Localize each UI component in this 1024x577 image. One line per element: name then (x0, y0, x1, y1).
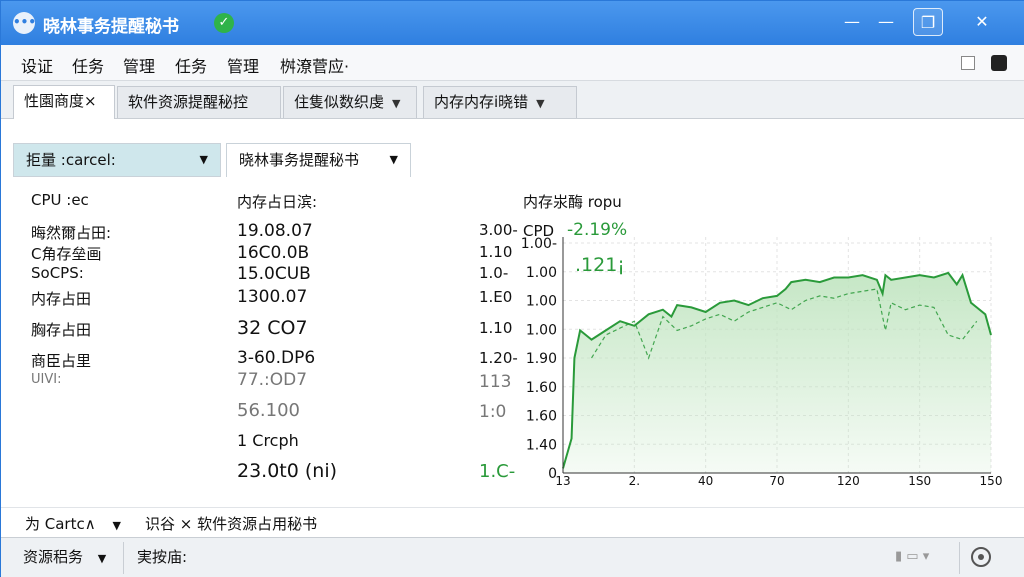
minimize-button[interactable]: — (837, 8, 867, 36)
tab-label: 性園商度× (24, 92, 97, 110)
bottom-tab-software[interactable]: 识谷 × 软件资源占用秘书 (145, 513, 317, 534)
y-tick-label: 1.00 (526, 322, 557, 338)
cpu-memory-chart: 1.00-1.001.001.001.901.601.601.40013 2. 40… (521, 236, 1003, 488)
panel-toggle-icon[interactable] (961, 56, 975, 70)
tab-label: 软件资源提醒秘控 (128, 93, 249, 111)
bottom-tab-cart[interactable]: 为 Cartc∧ ▼ (25, 513, 121, 534)
menu-item-more[interactable]: 桝潦菅应· (280, 53, 349, 77)
y-tick-label: 1.00- (521, 236, 557, 252)
y-tick-label: 1.40 (526, 437, 557, 453)
maximize-button[interactable]: — (871, 8, 901, 36)
tab-data[interactable]: 住隻似数织虔 ▼ (283, 86, 417, 118)
chevron-down-icon: ▼ (112, 519, 121, 532)
bottom-tab-label: 为 Cartc∧ (25, 515, 96, 533)
chart-area-fill (563, 272, 991, 473)
x-tick-label: 70 (769, 474, 784, 488)
verified-icon: ✓ (214, 13, 234, 33)
menu-bar: 设证 任务 管理 任务 管理 桝潦菅应· (1, 45, 1024, 81)
x-tick-label: 1S0 (908, 474, 931, 488)
y-tick-label: 1.00 (526, 294, 557, 310)
y-tick-label: 1.60 (526, 409, 557, 425)
status-left-label: 资源稆务 (23, 548, 84, 566)
menu-item-tasks[interactable]: 任务 (72, 53, 104, 77)
status-divider (959, 542, 960, 574)
status-mid: 実按庙: (137, 548, 188, 566)
y-tick-label: 1.90 (526, 351, 557, 367)
tab-performance[interactable]: 性園商度× (13, 85, 115, 119)
tab-bar: 性園商度× 软件资源提醒秘控 住隻似数织虔 ▼ 内存内存i晓错 ▼ (1, 81, 1024, 119)
y-tick-label: 1.00 (526, 265, 557, 281)
tab-label: 住隻似数织虔 (294, 93, 385, 111)
chevron-down-icon[interactable]: ▼ (536, 97, 544, 110)
app-icon: ••• (13, 12, 36, 34)
close-button[interactable]: ✕ (967, 8, 997, 36)
y-tick-label: 1.60 (526, 380, 557, 396)
menu-item-manage-2[interactable]: 管理 (227, 53, 259, 77)
camera-icon[interactable] (991, 55, 1007, 71)
tab-label: 内存内存i晓错 (434, 93, 529, 111)
menu-item-settings[interactable]: 设证 (21, 53, 53, 77)
chevron-down-icon: ▼ (97, 552, 107, 565)
main-content: 拒量 :carcel: ▼ 晓林事务提醒秘书 ▼ CPU :ec 晦然爾占田: … (1, 119, 1024, 507)
title-bar: ••• 晓林事务提醒秘书 ✓ — — ❐ ✕ (1, 1, 1024, 45)
x-tick-label: 2. (629, 474, 640, 488)
tab-memory[interactable]: 内存内存i晓错 ▼ (423, 86, 577, 118)
bottom-tab-bar: 为 Cartc∧ ▼ 识谷 × 软件资源占用秘书 (1, 507, 1024, 537)
status-left[interactable]: 资源稆务 ▼ (23, 546, 106, 567)
x-tick-label: 40 (698, 474, 713, 488)
menu-item-tasks-2[interactable]: 任务 (175, 53, 207, 77)
tab-software-resource[interactable]: 软件资源提醒秘控 (117, 86, 281, 118)
app-window: ••• 晓林事务提醒秘书 ✓ — — ❐ ✕ 设证 任务 管理 任务 管理 桝潦… (0, 0, 1024, 577)
x-tick-label: 150 (980, 474, 1003, 488)
status-bar: 资源稆务 ▼ 実按庙: ▮ ▭ ▾ (1, 537, 1024, 577)
menu-item-manage[interactable]: 管理 (123, 53, 155, 77)
status-divider (123, 542, 124, 574)
status-controls[interactable]: ▮ ▭ ▾ (895, 549, 929, 564)
chevron-down-icon[interactable]: ▼ (392, 97, 400, 110)
gear-icon[interactable] (971, 547, 991, 567)
restore-button[interactable]: ❐ (913, 8, 943, 36)
window-title: 晓林事务提醒秘书 (43, 17, 179, 37)
x-tick-label: 13 (555, 474, 570, 488)
x-tick-label: 120 (837, 474, 860, 488)
